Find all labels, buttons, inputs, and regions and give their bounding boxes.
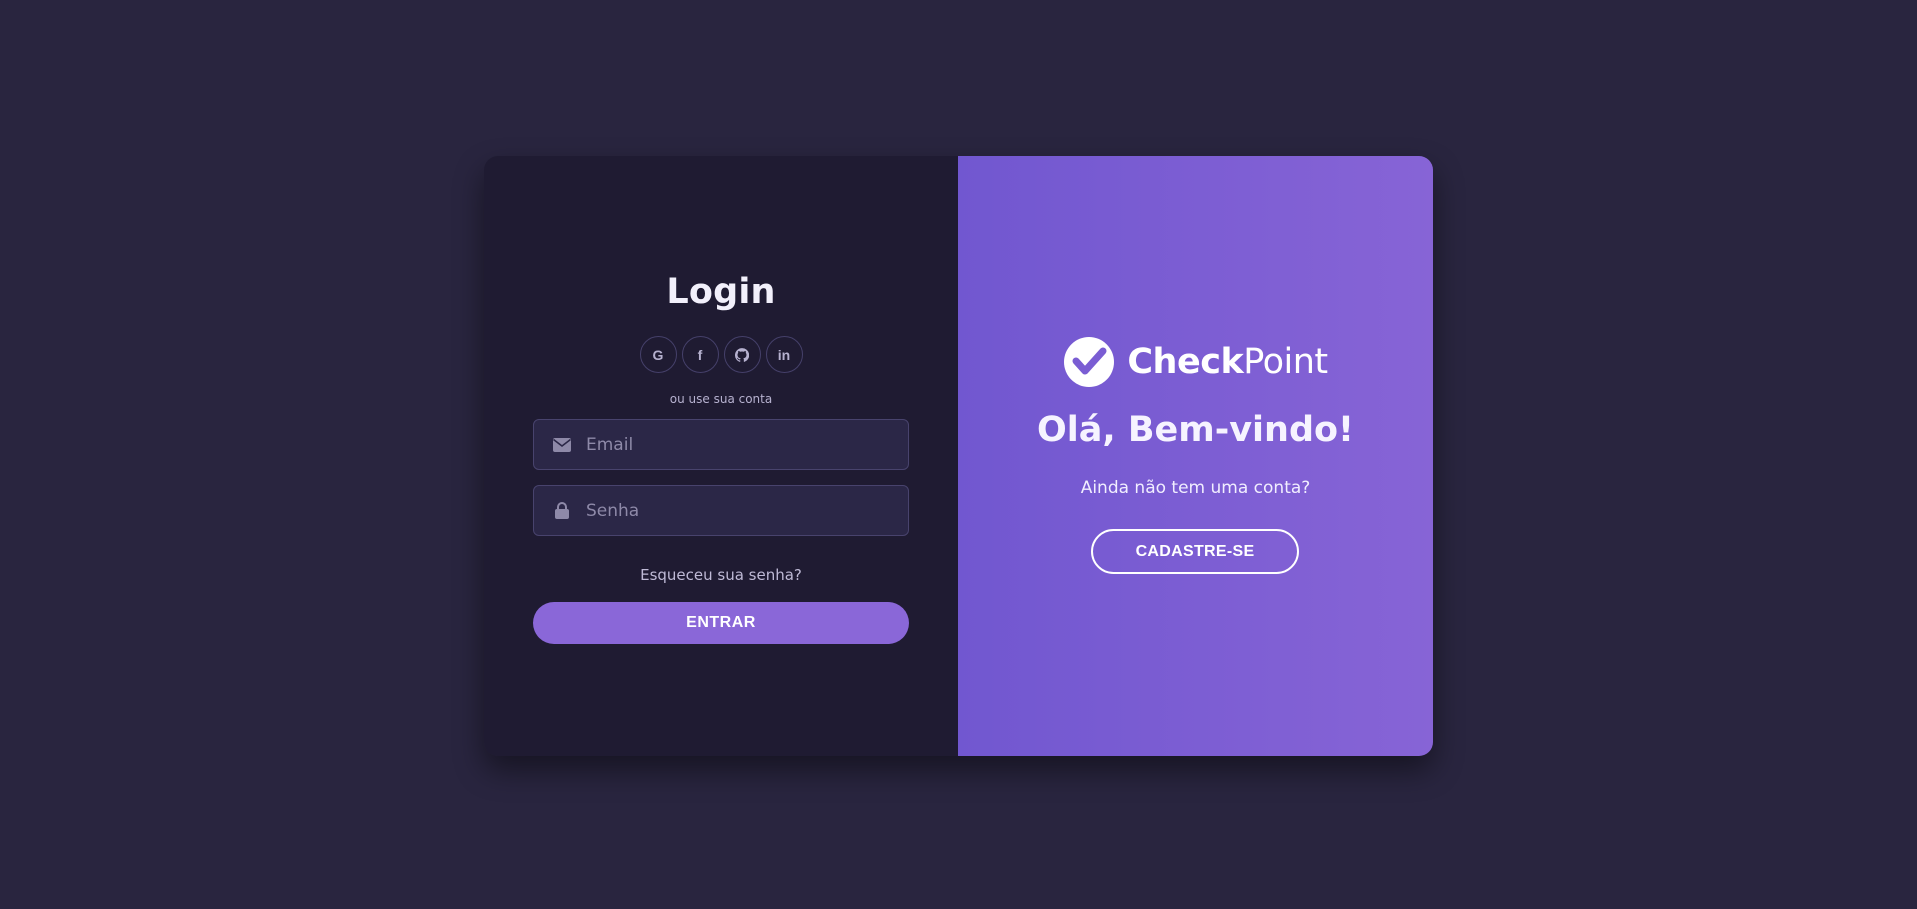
- facebook-icon: f: [697, 346, 703, 363]
- envelope-icon: [552, 437, 572, 452]
- checkpoint-logo-icon: [1064, 337, 1115, 387]
- linkedin-login-button[interactable]: in: [765, 336, 803, 373]
- social-login-group: G f in: [484, 336, 958, 373]
- facebook-login-button[interactable]: f: [681, 336, 719, 373]
- github-icon: [735, 347, 749, 362]
- alt-login-text: ou use sua conta: [669, 392, 773, 406]
- login-panel: Login G f in ou use sua conta Email Esqu…: [484, 156, 958, 756]
- brand-name: CheckPoint: [1127, 342, 1328, 382]
- welcome-heading: Olá, Bem-vindo!: [1036, 410, 1355, 450]
- google-login-button[interactable]: G: [639, 336, 677, 373]
- signup-prompt-text: Ainda não tem uma conta?: [1080, 478, 1311, 498]
- lock-icon: [552, 502, 572, 519]
- linkedin-icon: in: [777, 346, 791, 363]
- forgot-password-link[interactable]: Esqueceu sua senha?: [484, 566, 958, 584]
- github-login-button[interactable]: [723, 336, 761, 373]
- brand-name-light: Point: [1243, 342, 1328, 382]
- email-field[interactable]: [533, 419, 909, 470]
- signup-button[interactable]: CADASTRE-SE: [1091, 529, 1299, 574]
- password-field[interactable]: [533, 485, 909, 536]
- login-submit-button[interactable]: ENTRAR: [533, 602, 909, 644]
- brand-logo: CheckPoint: [958, 336, 1433, 388]
- login-title: Login: [666, 272, 776, 312]
- email-input[interactable]: [584, 419, 908, 470]
- welcome-panel: CheckPoint Olá, Bem-vindo! Ainda não tem…: [958, 156, 1433, 756]
- auth-card: Login G f in ou use sua conta Email Esqu…: [484, 156, 1433, 756]
- brand-name-bold: Check: [1127, 342, 1244, 382]
- password-input[interactable]: [584, 485, 908, 536]
- google-icon: G: [652, 346, 664, 363]
